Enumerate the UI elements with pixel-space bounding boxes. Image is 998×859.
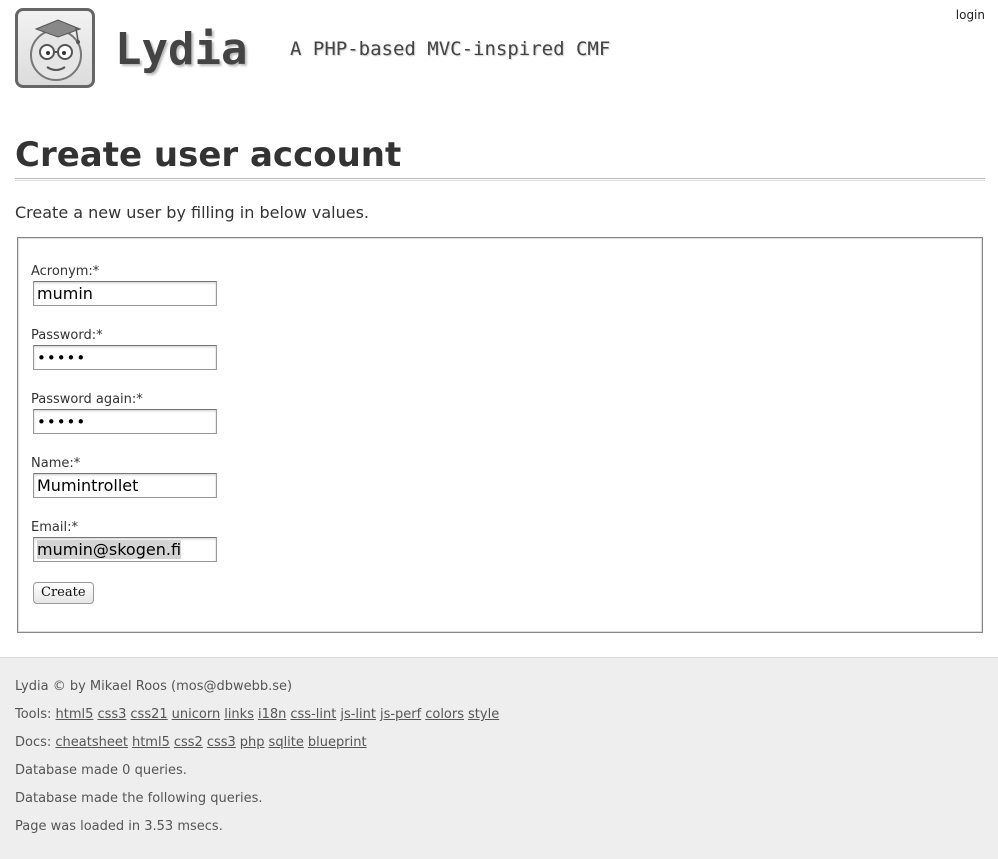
create-button[interactable]: Create: [33, 582, 94, 604]
password-label: Password:*: [31, 328, 103, 343]
footer-tools: Tools: html5 css3 css21 unicorn links i18n css…: [15, 706, 503, 724]
footer: Lydia © by Mikael Roos (mos@dbwebb.se) T…: [0, 657, 998, 859]
footer-docs: Docs: cheatsheet html5 css2 css3 php sqlite bl…: [15, 734, 371, 752]
page-title: Create user account: [15, 135, 402, 175]
email-label: Email:*: [31, 520, 78, 535]
doc-link-php[interactable]: php: [240, 735, 265, 750]
doc-link-cheatsheet[interactable]: cheatsheet: [55, 735, 128, 750]
tool-link-links[interactable]: links: [224, 707, 254, 722]
page: login Lydia A PHP-based MVC-inspired CMF…: [0, 0, 998, 859]
footer-load-time: Page was loaded in 3.53 msecs.: [15, 819, 223, 834]
lydia-logo-icon[interactable]: [15, 8, 95, 88]
tool-link-js-perf[interactable]: js-perf: [380, 707, 421, 722]
doc-link-css3[interactable]: css3: [207, 735, 236, 750]
tool-link-html5[interactable]: html5: [56, 707, 94, 722]
title-divider: [15, 178, 985, 181]
name-input[interactable]: Mumintrollet: [33, 473, 217, 498]
acronym-input[interactable]: mumin: [33, 281, 217, 306]
email-input[interactable]: mumin@skogen.fi: [33, 537, 217, 562]
doc-link-html5[interactable]: html5: [132, 735, 170, 750]
tool-link-unicorn[interactable]: unicorn: [172, 707, 221, 722]
tools-label: Tools:: [15, 707, 52, 722]
doc-link-css2[interactable]: css2: [174, 735, 203, 750]
logo-graphic: [30, 19, 82, 81]
footer-copyright: Lydia © by Mikael Roos (mos@dbwebb.se): [15, 679, 293, 694]
docs-label: Docs:: [15, 735, 52, 750]
tool-link-i18n[interactable]: i18n: [258, 707, 286, 722]
password-input[interactable]: •••••: [33, 345, 217, 370]
acronym-value: mumin: [37, 284, 93, 303]
tool-link-css-lint[interactable]: css-lint: [290, 707, 336, 722]
email-value: mumin@skogen.fi: [37, 540, 182, 559]
name-label: Name:*: [31, 456, 81, 471]
tool-link-js-lint[interactable]: js-lint: [340, 707, 376, 722]
create-user-form: Acronym:* mumin Password:* ••••• Passwor…: [17, 237, 983, 633]
footer-db-queries: Database made 0 queries.: [15, 763, 187, 778]
password-value: •••••: [37, 349, 87, 367]
intro-text: Create a new user by filling in below va…: [15, 203, 369, 222]
tool-link-css3[interactable]: css3: [97, 707, 126, 722]
password-again-value: •••••: [37, 413, 87, 431]
login-link[interactable]: login: [956, 8, 985, 22]
password-again-input[interactable]: •••••: [33, 409, 217, 434]
tool-link-colors[interactable]: colors: [425, 707, 464, 722]
password-again-label: Password again:*: [31, 392, 143, 407]
site-title[interactable]: Lydia: [115, 22, 247, 78]
acronym-label: Acronym:*: [31, 264, 100, 279]
tool-link-css21[interactable]: css21: [130, 707, 167, 722]
doc-link-blueprint[interactable]: blueprint: [308, 735, 367, 750]
site-slogan: A PHP-based MVC-inspired CMF: [290, 38, 611, 60]
footer-db-following: Database made the following queries.: [15, 791, 263, 806]
tool-link-style[interactable]: style: [468, 707, 499, 722]
name-value: Mumintrollet: [37, 476, 139, 495]
doc-link-sqlite[interactable]: sqlite: [269, 735, 304, 750]
